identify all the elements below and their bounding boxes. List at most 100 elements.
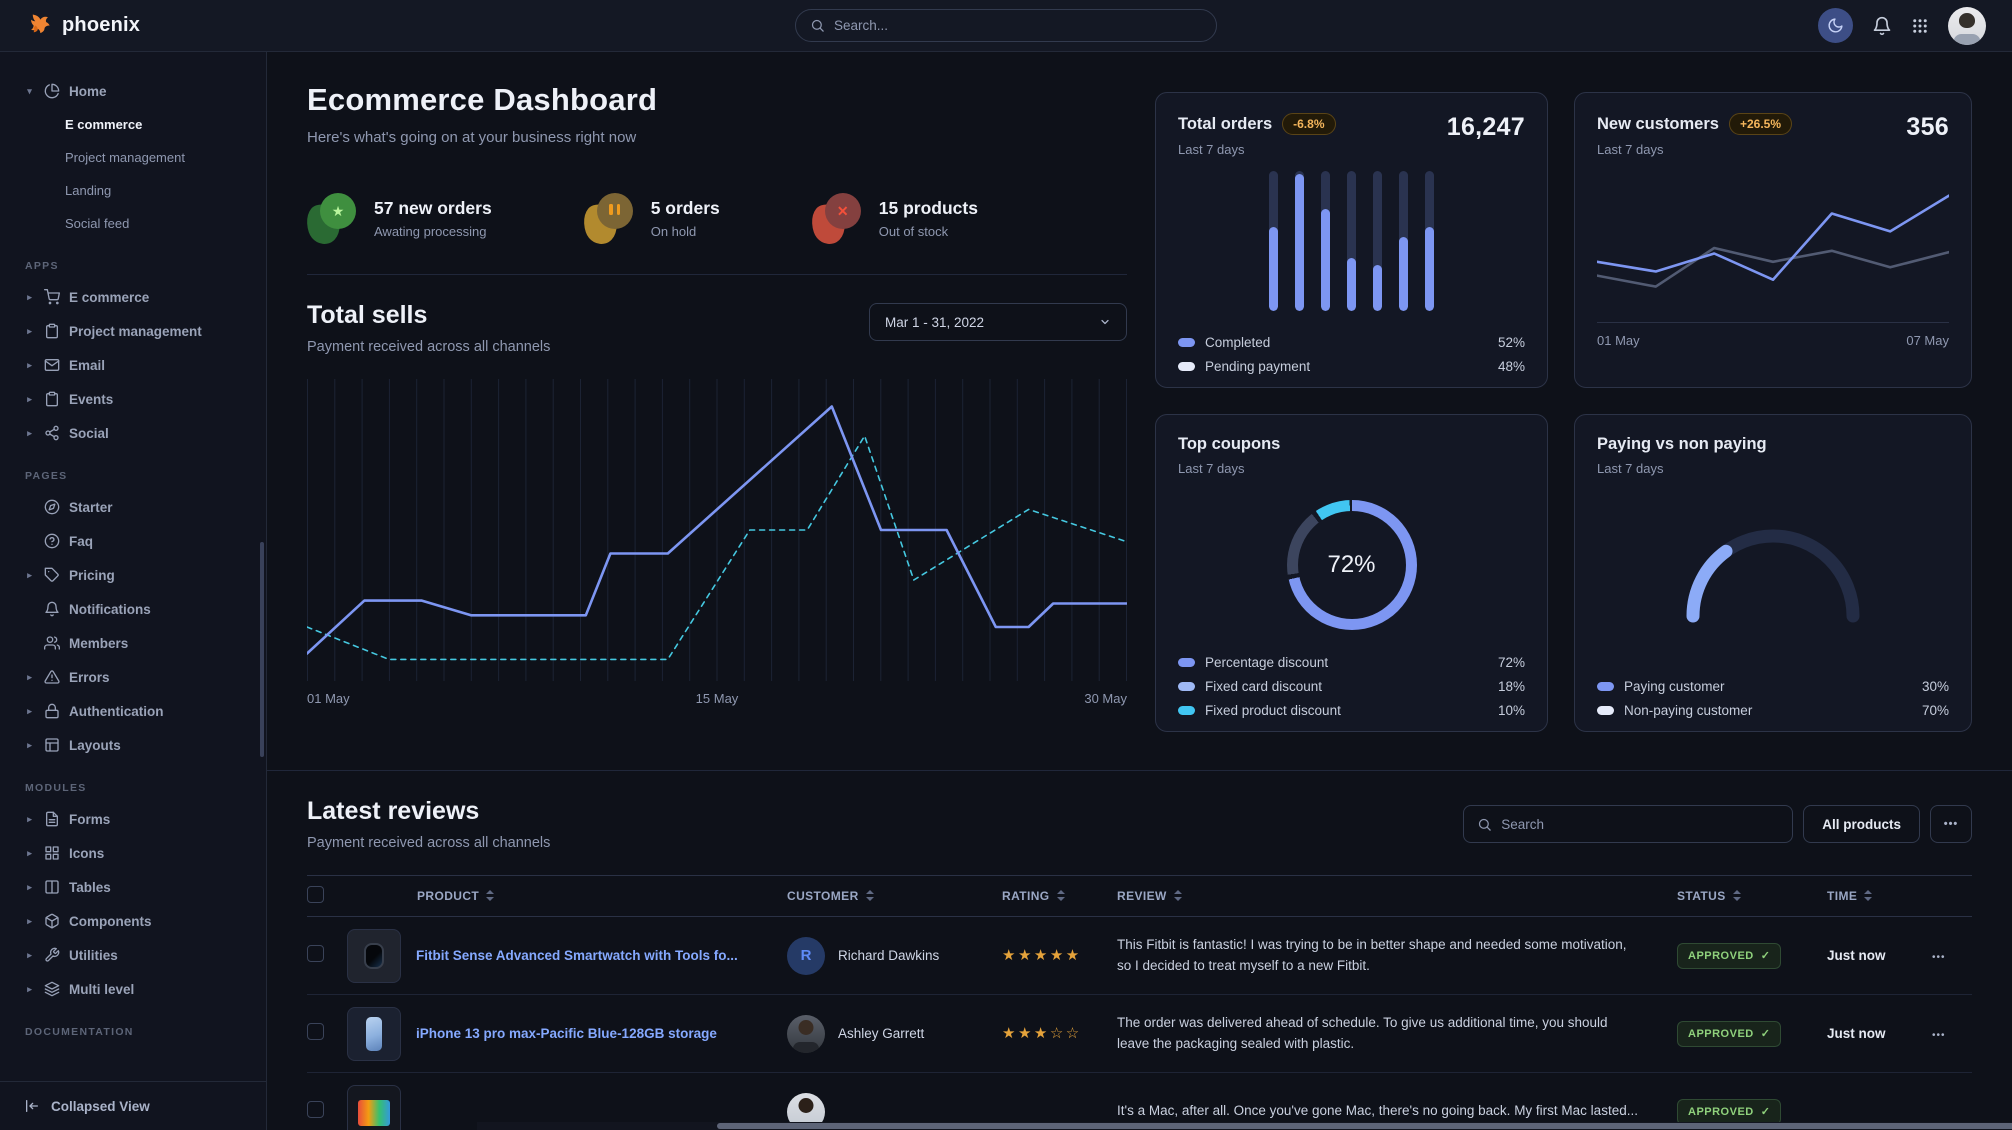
sidebar-item-social[interactable]: ▸Social bbox=[18, 416, 256, 450]
sidebar-item-tables[interactable]: ▸Tables bbox=[18, 870, 256, 904]
stats-row: ★57 new ordersAwating processing5 orders… bbox=[307, 192, 1127, 244]
reviews-search-input[interactable] bbox=[1501, 817, 1779, 832]
brand-logo[interactable]: phoenix bbox=[26, 12, 140, 39]
legend-label: Pending payment bbox=[1205, 359, 1310, 374]
sidebar-item-authentication[interactable]: ▸Authentication bbox=[18, 694, 256, 728]
sidebar-item-layouts[interactable]: ▸Layouts bbox=[18, 728, 256, 762]
column-header-status[interactable]: STATUS bbox=[1677, 889, 1827, 903]
chevron-right-icon: ▸ bbox=[24, 848, 35, 859]
sidebar-item-label: Utilities bbox=[69, 948, 118, 963]
main-content: Ecommerce Dashboard Here's what's going … bbox=[267, 52, 2012, 1130]
sidebar-item-label: Faq bbox=[69, 534, 93, 549]
sidebar-item-home[interactable]: ▾Home bbox=[18, 74, 256, 108]
reviews-title: Latest reviews bbox=[307, 797, 550, 826]
bell-icon bbox=[44, 601, 60, 617]
sidebar-item-notifications[interactable]: Notifications bbox=[18, 592, 256, 626]
sidebar-nav: ▾HomeE commerceProject managementLanding… bbox=[0, 52, 266, 1070]
chevron-right-icon: ▸ bbox=[24, 950, 35, 961]
product-link[interactable]: iPhone 13 pro max-Pacific Blue-128GB sto… bbox=[416, 1026, 717, 1041]
user-avatar[interactable] bbox=[1948, 7, 1986, 45]
legend-value: 48% bbox=[1498, 359, 1525, 374]
card-value: 16,247 bbox=[1447, 113, 1525, 142]
column-header-time[interactable]: TIME bbox=[1827, 889, 1932, 903]
all-products-filter-button[interactable]: All products bbox=[1803, 805, 1920, 843]
sidebar-item-label: Components bbox=[69, 914, 152, 929]
sidebar-item-errors[interactable]: ▸Errors bbox=[18, 660, 256, 694]
chevron-right-icon: ▸ bbox=[24, 428, 35, 439]
sidebar-item-multi-level[interactable]: ▸Multi level bbox=[18, 972, 256, 1006]
chevron-right-icon: ▸ bbox=[24, 706, 35, 717]
stat-blob-icon bbox=[584, 192, 636, 244]
product-link[interactable]: Fitbit Sense Advanced Smartwatch with To… bbox=[416, 948, 738, 963]
sidebar-item-e-commerce[interactable]: ▸E commerce bbox=[18, 280, 256, 314]
legend-value: 18% bbox=[1498, 679, 1525, 694]
order-bar bbox=[1425, 171, 1434, 311]
coupons-legend: Percentage discount72%Fixed card discoun… bbox=[1178, 646, 1525, 718]
columns-icon bbox=[44, 879, 60, 895]
row-checkbox[interactable] bbox=[307, 1023, 324, 1040]
collapse-sidebar-button[interactable]: Collapsed View bbox=[0, 1081, 266, 1130]
column-header-product[interactable]: PRODUCT bbox=[347, 889, 787, 903]
star-icon: ★ bbox=[332, 203, 345, 220]
row-checkbox[interactable] bbox=[307, 945, 324, 962]
apps-menu-button[interactable] bbox=[1911, 17, 1929, 35]
select-all-checkbox[interactable] bbox=[307, 886, 324, 903]
sidebar-item-social-feed[interactable]: Social feed bbox=[65, 207, 256, 240]
users-icon bbox=[44, 635, 60, 651]
sidebar-item-starter[interactable]: Starter bbox=[18, 490, 256, 524]
x-axis-label: 07 May bbox=[1906, 333, 1949, 348]
total-sells-header: Total sells Payment received across all … bbox=[307, 301, 1127, 355]
legend-label: Paying customer bbox=[1624, 679, 1725, 694]
sidebar-item-label: Tables bbox=[69, 880, 111, 895]
sidebar-item-email[interactable]: ▸Email bbox=[18, 348, 256, 382]
chevron-right-icon: ▸ bbox=[24, 984, 35, 995]
row-menu-button[interactable]: ••• bbox=[1932, 1030, 1946, 1041]
column-header-rating[interactable]: RATING bbox=[1002, 889, 1117, 903]
x-axis-label: 01 May bbox=[307, 691, 350, 706]
sidebar-item-utilities[interactable]: ▸ Utilities bbox=[18, 938, 256, 972]
reviews-more-button[interactable]: ••• bbox=[1930, 805, 1972, 843]
order-bar bbox=[1295, 171, 1304, 311]
review-time: Just now bbox=[1827, 948, 1932, 963]
column-header-customer[interactable]: CUSTOMER bbox=[787, 889, 1002, 903]
horizontal-scrollbar-thumb[interactable] bbox=[717, 1123, 2012, 1129]
date-range-select[interactable]: Mar 1 - 31, 2022 bbox=[869, 303, 1127, 341]
sidebar-item-landing[interactable]: Landing bbox=[65, 174, 256, 207]
paying-legend: Paying customer30%Non-paying customer70% bbox=[1597, 670, 1949, 718]
sidebar-item-e-commerce[interactable]: E commerce bbox=[65, 108, 256, 141]
row-checkbox[interactable] bbox=[307, 1101, 324, 1118]
sidebar-item-project-management[interactable]: ▸Project management bbox=[18, 314, 256, 348]
sidebar-item-members[interactable]: Members bbox=[18, 626, 256, 660]
theme-toggle-button[interactable] bbox=[1818, 8, 1853, 43]
stat-sub: Awating processing bbox=[374, 224, 492, 239]
global-search bbox=[795, 9, 1217, 42]
sidebar-scrollbar[interactable] bbox=[260, 542, 264, 757]
sort-icon bbox=[1057, 890, 1065, 901]
notifications-button[interactable] bbox=[1872, 16, 1892, 36]
sort-icon bbox=[866, 890, 874, 901]
global-search-input[interactable] bbox=[834, 18, 1202, 33]
sidebar-item-forms[interactable]: ▸Forms bbox=[18, 802, 256, 836]
stat-on-hold: 5 ordersOn hold bbox=[584, 192, 720, 244]
order-bar bbox=[1269, 171, 1278, 311]
legend-value: 30% bbox=[1922, 679, 1949, 694]
sidebar-item-icons[interactable]: ▸Icons bbox=[18, 836, 256, 870]
row-menu-button[interactable]: ••• bbox=[1932, 952, 1946, 963]
legend-value: 70% bbox=[1922, 703, 1949, 718]
stat-out-of-stock: ✕15 productsOut of stock bbox=[812, 192, 978, 244]
new-customers-x-labels: 01 May 07 May bbox=[1597, 333, 1949, 348]
stat-blob-icon: ✕ bbox=[812, 192, 864, 244]
phoenix-logo-icon bbox=[26, 12, 53, 39]
tag-icon bbox=[44, 567, 60, 583]
sidebar-item-pricing[interactable]: ▸Pricing bbox=[18, 558, 256, 592]
review-text: The order was delivered ahead of schedul… bbox=[1117, 1013, 1677, 1055]
legend-label: Percentage discount bbox=[1205, 655, 1328, 670]
sidebar-item-project-management[interactable]: Project management bbox=[65, 141, 256, 174]
sidebar-item-faq[interactable]: Faq bbox=[18, 524, 256, 558]
order-bar bbox=[1347, 171, 1356, 311]
column-header-review[interactable]: REVIEW bbox=[1117, 889, 1677, 903]
x-axis-label: 01 May bbox=[1597, 333, 1640, 348]
sidebar-item-events[interactable]: ▸Events bbox=[18, 382, 256, 416]
stat-sub: On hold bbox=[651, 224, 720, 239]
sidebar-item-components[interactable]: ▸Components bbox=[18, 904, 256, 938]
